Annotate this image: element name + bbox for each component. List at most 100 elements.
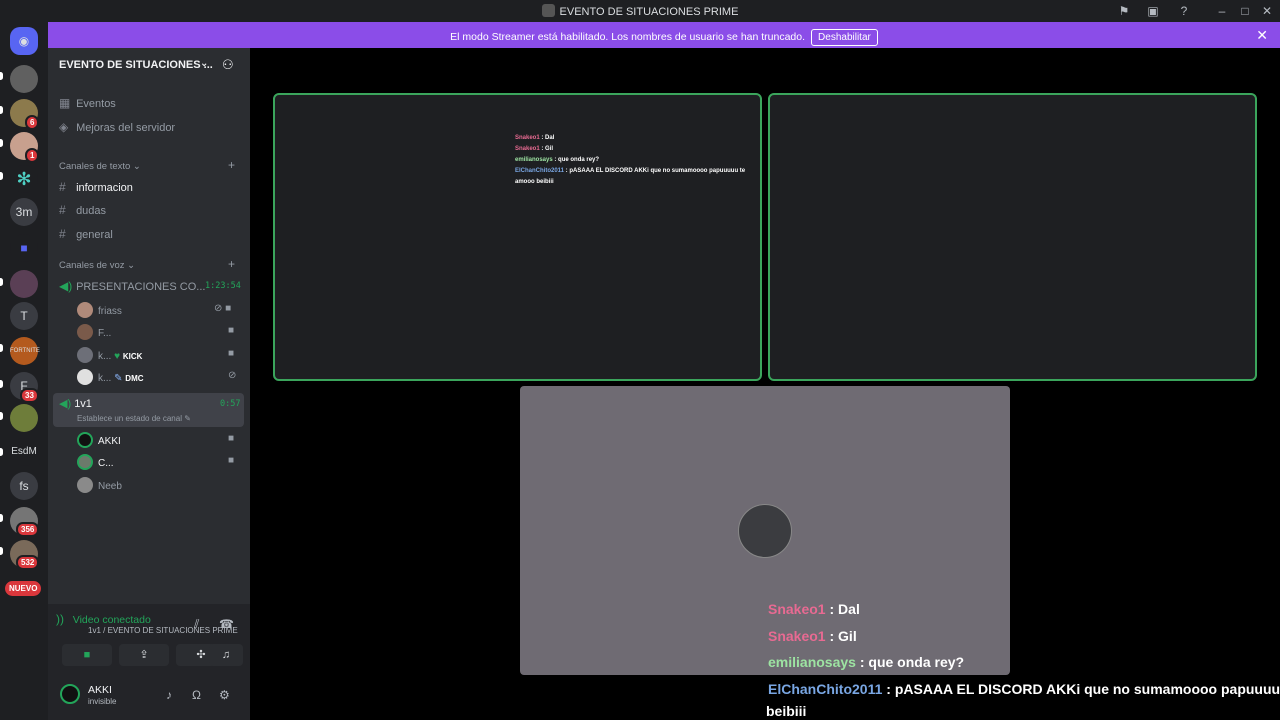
server-icon[interactable]: ✻	[10, 165, 38, 193]
help-icon[interactable]: ?	[1176, 3, 1192, 19]
channel-general[interactable]: # general	[59, 227, 113, 241]
title-bar: EVENTO DE SITUACIONES PRIME ⚑ ▣ ? – □ ✕	[0, 0, 1280, 22]
server-icon[interactable]: 3m	[10, 198, 38, 226]
streamer-mode-message: El modo Streamer está habilitado. Los no…	[450, 31, 806, 43]
sidebar-item-eventos[interactable]: ▦ Eventos	[59, 96, 116, 110]
video-icon: ■	[228, 348, 235, 359]
hashtag-icon: #	[59, 227, 66, 241]
sidebar-item-mejoras[interactable]: ◈ Mejoras del servidor	[59, 120, 175, 134]
server-rail: ◉ 6 1 ✻ 3m ■ T FORTNITE F 33 EsdM fs 356…	[0, 22, 48, 720]
video-icon: ■	[228, 325, 235, 336]
unread-indicator	[0, 172, 3, 180]
invite-people-icon[interactable]: ⚇	[222, 57, 234, 73]
voice-user[interactable]: k... ✎ DMC	[77, 369, 144, 385]
text-channels-category[interactable]: Canales de texto ⌄	[59, 161, 141, 172]
voice-channel-presentaciones[interactable]: ◀) PRESENTACIONES CO...	[59, 279, 205, 293]
voice-user[interactable]: friass	[77, 302, 122, 318]
boost-icon: ◈	[59, 120, 69, 134]
voice-timer: 0:57	[220, 399, 241, 409]
server-icon[interactable]	[10, 270, 38, 298]
signal-icon: ))	[56, 612, 64, 626]
settings-gear-icon[interactable]: ⚙	[219, 688, 230, 702]
hashtag-icon: #	[59, 180, 66, 194]
unread-indicator	[0, 72, 3, 80]
noise-suppression-icon[interactable]: ⫽	[194, 617, 199, 632]
avatar	[77, 369, 93, 385]
video-tile[interactable]: Snakeo1 : Dal Snakeo1 : Gil emilianosays…	[273, 93, 762, 381]
unread-indicator	[0, 547, 3, 555]
share-screen-button[interactable]: ⇪	[119, 644, 169, 666]
channel-sidebar: EVENTO DE SITUACIONES ... ⌄ ⚇ ▦ Eventos …	[48, 48, 250, 604]
headphones-icon[interactable]: Ω	[192, 688, 201, 702]
close-window-icon[interactable]: ✕	[1259, 3, 1275, 19]
guild-header[interactable]: EVENTO DE SITUACIONES ... ⌄ ⚇	[48, 48, 250, 82]
connection-status[interactable]: )) Video conectado	[56, 612, 151, 626]
server-icon[interactable]	[10, 65, 38, 93]
chevron-down-icon: ⌄	[200, 58, 209, 69]
mention-badge: 33	[20, 388, 39, 403]
unread-indicator	[0, 106, 3, 114]
channel-status: Establece un estado de canal ✎	[77, 414, 191, 423]
avatar	[77, 454, 93, 470]
screen-share-icon[interactable]: ▣	[1145, 3, 1161, 19]
video-tile[interactable]	[768, 93, 1257, 381]
fortnite-server-icon[interactable]: FORTNITE	[10, 337, 40, 365]
camera-button[interactable]: ■	[62, 644, 112, 666]
video-stage: Snakeo1 : Dal Snakeo1 : Gil emilianosays…	[250, 48, 1280, 720]
avatar	[77, 477, 93, 493]
avatar	[738, 504, 792, 558]
channel-dudas[interactable]: # dudas	[59, 203, 106, 217]
close-banner-icon[interactable]: ✕	[1256, 27, 1268, 44]
add-voice-channel-icon[interactable]: +	[228, 257, 235, 271]
add-channel-icon[interactable]: +	[228, 158, 235, 172]
avatar[interactable]	[60, 684, 80, 704]
voice-channels-category[interactable]: Canales de voz ⌄	[59, 260, 135, 271]
microphone-icon[interactable]: ♪	[166, 688, 172, 702]
avatar	[77, 324, 93, 340]
streamer-mode-banner: El modo Streamer está habilitado. Los no…	[48, 22, 1280, 48]
voice-channel-1v1[interactable]: ◀) 1v1 0:57 Establece un estado de canal…	[53, 393, 244, 427]
voice-user[interactable]: C...	[77, 454, 114, 470]
mention-badge: 1	[25, 148, 40, 163]
unread-indicator	[0, 514, 3, 522]
unread-indicator	[0, 139, 3, 147]
guild-avatar-icon	[541, 4, 555, 17]
voice-user[interactable]: Neeb	[77, 477, 122, 493]
chat-overlay: Snakeo1 : Dal Snakeo1 : Gil emilianosays…	[766, 601, 1280, 719]
video-icon: ■	[228, 455, 235, 466]
voice-user-self[interactable]: AKKI	[77, 432, 121, 448]
window-title-text: EVENTO DE SITUACIONES PRIME	[559, 6, 739, 18]
soundboard-button[interactable]: ♫	[209, 644, 243, 666]
voice-connection-panel: )) Video conectado 1v1 / EVENTO DE SITUA…	[48, 604, 250, 720]
disable-streamer-button[interactable]: Deshabilitar	[811, 29, 878, 46]
speaker-icon: ◀)	[59, 398, 72, 410]
avatar	[77, 347, 93, 363]
muted-icon: ⊘	[228, 370, 237, 381]
disconnect-icon[interactable]: ☎	[219, 617, 234, 631]
speaker-icon: ◀)	[59, 279, 73, 293]
discord-home-icon[interactable]: ◉	[10, 27, 38, 55]
mention-badge: 356	[16, 522, 40, 537]
minimize-icon[interactable]: –	[1214, 3, 1230, 19]
guild-name: EVENTO DE SITUACIONES ...	[59, 59, 213, 71]
folder-icon[interactable]: ■	[10, 234, 38, 262]
server-icon[interactable]: T	[10, 302, 38, 330]
server-icon[interactable]: EsdM	[10, 438, 38, 466]
maximize-icon[interactable]: □	[1237, 3, 1253, 19]
server-icon[interactable]: fs	[10, 472, 38, 500]
username[interactable]: AKKI	[88, 684, 112, 696]
unread-indicator	[0, 344, 3, 352]
window-title: EVENTO DE SITUACIONES PRIME	[0, 4, 1280, 18]
unread-indicator	[0, 448, 3, 456]
server-icon[interactable]	[10, 404, 38, 432]
voice-user[interactable]: F...	[77, 324, 111, 340]
channel-informacion[interactable]: # informacion	[59, 180, 133, 194]
connection-location[interactable]: 1v1 / EVENTO DE SITUACIONES PRIME	[88, 626, 238, 635]
calendar-icon: ▦	[59, 96, 71, 110]
chat-overlay-mini: Snakeo1 : Dal Snakeo1 : Gil emilianosays…	[515, 135, 746, 185]
new-badge[interactable]: NUEVO	[5, 581, 42, 596]
mention-badge: 532	[16, 555, 40, 570]
voice-user[interactable]: k... ♥ KICK	[77, 347, 142, 363]
inbox-flag-icon[interactable]: ⚑	[1116, 3, 1132, 19]
unread-indicator	[0, 380, 3, 388]
